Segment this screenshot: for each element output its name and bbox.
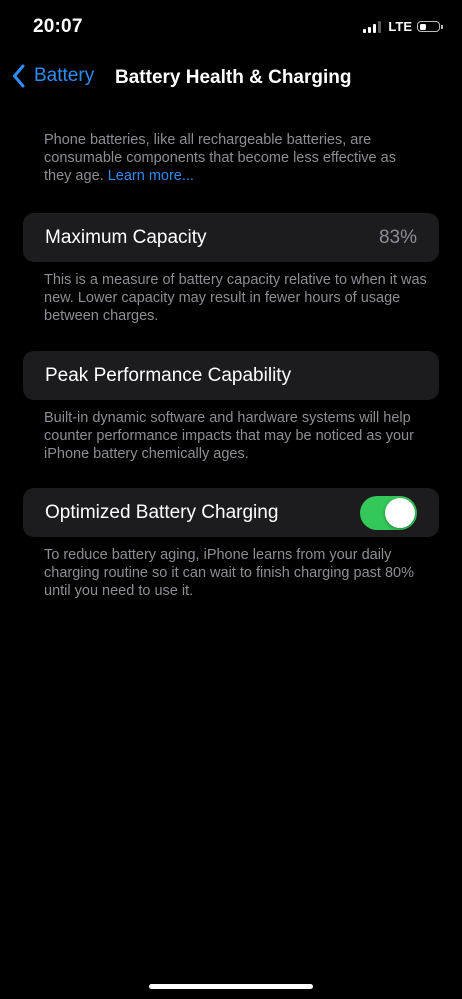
status-bar: 20:07 LTE bbox=[0, 0, 462, 54]
chevron-left-icon bbox=[13, 64, 25, 88]
status-time: 20:07 bbox=[33, 16, 83, 37]
optimized-charging-row: Optimized Battery Charging bbox=[23, 488, 439, 537]
navigation-bar: Battery Battery Health & Charging bbox=[0, 60, 462, 96]
optimized-charging-toggle[interactable] bbox=[360, 496, 417, 530]
learn-more-link[interactable]: Learn more... bbox=[108, 168, 194, 184]
maximum-capacity-value: 83% bbox=[378, 227, 417, 248]
battery-level-fill bbox=[419, 23, 427, 30]
back-button-label: Battery bbox=[34, 65, 95, 86]
back-button[interactable]: Battery bbox=[12, 64, 94, 88]
maximum-capacity-description: This is a measure of battery capacity re… bbox=[44, 272, 427, 324]
maximum-capacity-label: Maximum Capacity bbox=[45, 227, 207, 248]
peak-performance-label: Peak Performance Capability bbox=[45, 365, 292, 386]
status-indicators: LTE bbox=[363, 19, 443, 34]
home-indicator[interactable] bbox=[149, 984, 313, 989]
optimized-charging-label: Optimized Battery Charging bbox=[45, 502, 279, 523]
optimized-charging-description: To reduce battery aging, iPhone learns f… bbox=[44, 547, 414, 599]
network-type-label: LTE bbox=[388, 19, 412, 34]
peak-performance-description: Built-in dynamic software and hardware s… bbox=[44, 410, 414, 462]
page-title: Battery Health & Charging bbox=[115, 67, 352, 88]
cellular-signal-icon bbox=[363, 20, 382, 33]
maximum-capacity-row: Maximum Capacity 83% bbox=[23, 213, 439, 262]
toggle-knob bbox=[385, 498, 415, 528]
peak-performance-row[interactable]: Peak Performance Capability bbox=[23, 351, 439, 400]
intro-text: Phone batteries, like all rechargeable b… bbox=[44, 132, 396, 184]
intro-description: Phone batteries, like all rechargeable b… bbox=[44, 131, 424, 185]
battery-icon bbox=[417, 21, 443, 32]
